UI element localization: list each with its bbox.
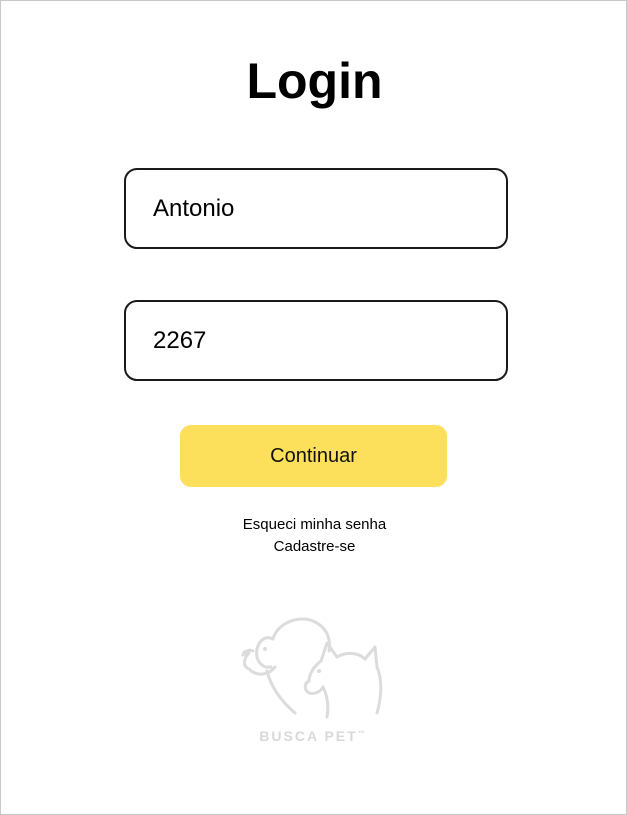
continue-button[interactable]: Continuar xyxy=(180,425,447,487)
password-input[interactable] xyxy=(126,302,506,379)
username-input[interactable] xyxy=(126,170,506,247)
trademark-symbol: ™ xyxy=(357,730,365,738)
forgot-password-link[interactable]: Esqueci minha senha xyxy=(1,514,627,536)
login-panel: Login Continuar Esqueci minha senha Cada… xyxy=(0,0,627,815)
password-field[interactable] xyxy=(124,300,508,381)
brand-name: BUSCA PET xyxy=(259,728,358,744)
auth-links: Esqueci minha senha Cadastre-se xyxy=(1,514,627,558)
page-title: Login xyxy=(246,53,383,109)
brand-wordmark: BUSCA PET™ xyxy=(237,728,387,744)
register-link[interactable]: Cadastre-se xyxy=(1,536,627,558)
username-field[interactable] xyxy=(124,168,508,249)
